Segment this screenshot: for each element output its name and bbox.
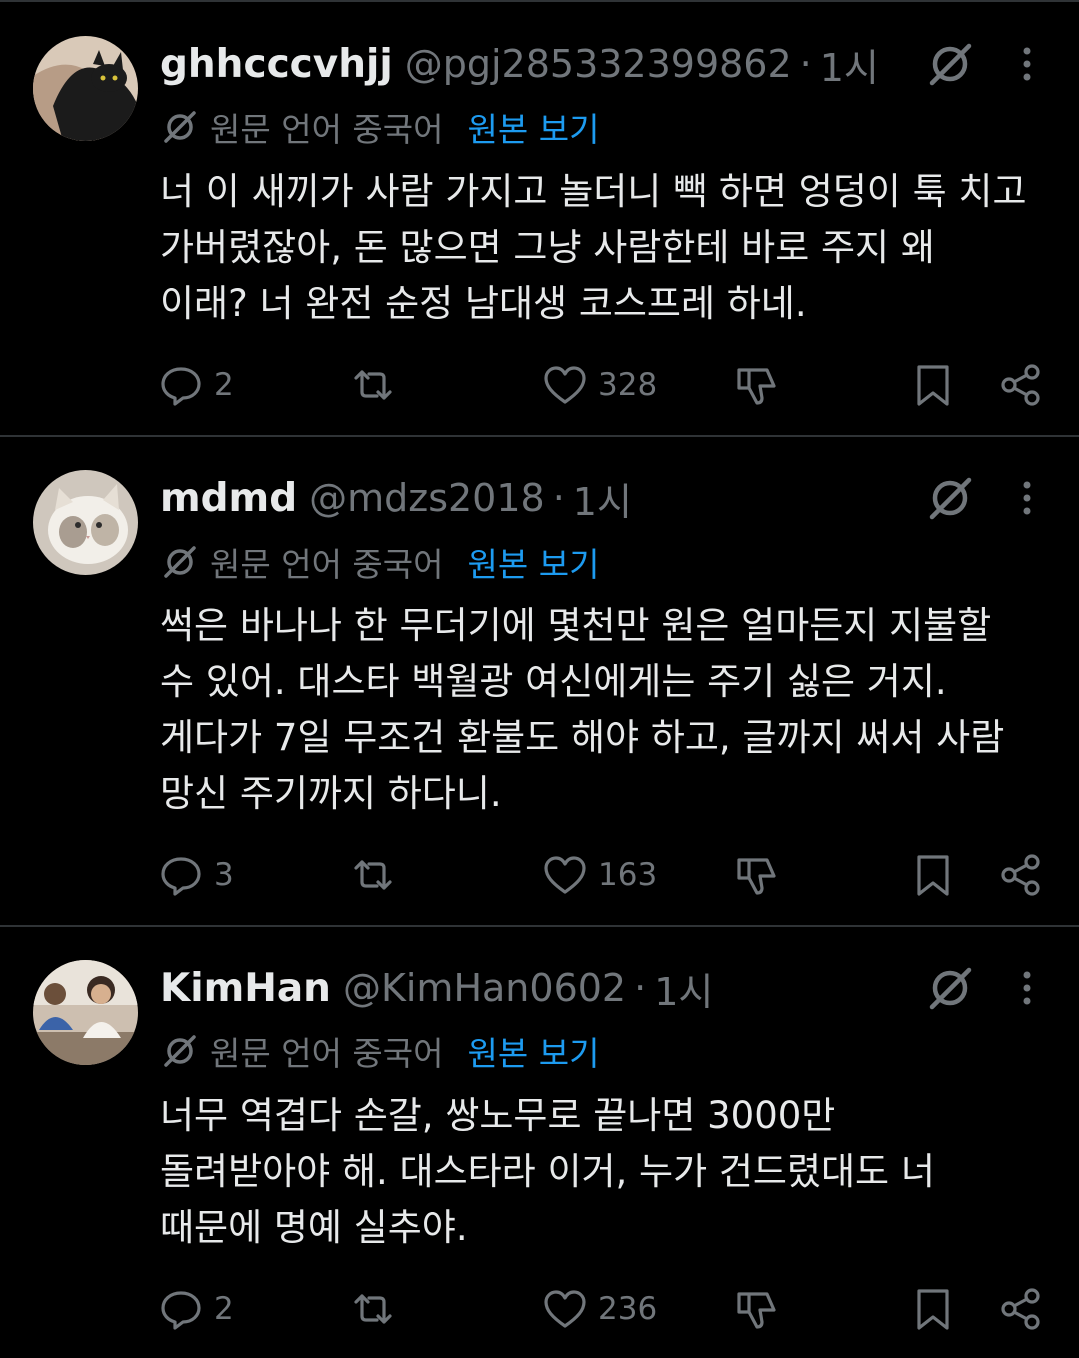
thumbs-down-icon [737, 858, 776, 895]
tweet-divider [0, 925, 1079, 927]
slashed-circle-icon [164, 1035, 196, 1067]
display-name[interactable]: KimHan [160, 966, 331, 1011]
thumbs-down-icon [737, 368, 776, 405]
source-language-label: 원문 언어 중국어 [210, 110, 444, 149]
slashed-circle-icon [164, 111, 196, 143]
retweet-button[interactable] [350, 360, 396, 410]
bookmark-icon [917, 1289, 949, 1330]
reply-icon [161, 857, 201, 896]
user-handle[interactable]: @pgj285332399862 [405, 42, 792, 86]
show-original-link[interactable]: 원본 보기 [468, 538, 600, 586]
like-count: 163 [598, 857, 658, 893]
reply-icon [161, 1291, 201, 1330]
reply-button[interactable]: 2 [158, 1284, 234, 1334]
tweet-text: 썩은 바나나 한 무더기에 몇천만 원은 얼마든지 지불할 수 있어. 대스타 … [160, 604, 1005, 815]
separator-dot: · [552, 476, 565, 520]
like-count: 328 [598, 367, 658, 403]
retweet-button[interactable] [350, 1284, 396, 1334]
reply-count: 3 [214, 857, 234, 893]
share-button[interactable] [998, 1284, 1044, 1334]
share-button[interactable] [998, 850, 1044, 900]
reply-button[interactable]: 3 [158, 850, 234, 900]
more-vertical-icon[interactable] [1012, 962, 1042, 1014]
retweet-icon [354, 860, 392, 890]
avatar[interactable] [33, 470, 138, 575]
share-icon [1001, 364, 1040, 406]
reply-count: 2 [214, 1291, 234, 1327]
show-original-link[interactable]: 원본 보기 [468, 1027, 600, 1075]
source-language-label: 원문 언어 중국어 [210, 1034, 444, 1073]
user-handle[interactable]: @mdzs2018 [309, 476, 545, 520]
user-handle[interactable]: @KimHan0602 [343, 966, 626, 1010]
tweet-divider [0, 435, 1079, 437]
tweet-header: mdmd @mdzs2018 · 1시 [160, 470, 632, 526]
slashed-circle-icon [164, 546, 196, 578]
avatar[interactable] [33, 36, 138, 141]
reply-button[interactable]: 2 [158, 360, 234, 410]
timestamp[interactable]: 1시 [654, 961, 713, 1016]
like-button[interactable]: 236 [542, 1284, 657, 1334]
dislike-button[interactable] [734, 850, 780, 900]
slashed-circle-icon[interactable] [924, 472, 976, 524]
translation-bar: 원문 언어 중국어 원본 보기 [160, 539, 599, 585]
thumbs-down-icon [737, 1292, 776, 1329]
heart-icon [544, 1290, 586, 1328]
share-button[interactable] [998, 360, 1044, 410]
translation-bar: 원문 언어 중국어 원본 보기 [160, 104, 599, 150]
action-bar: 2 328 [0, 360, 1079, 410]
bookmark-icon [917, 855, 949, 896]
slashed-circle-icon[interactable] [924, 38, 976, 90]
timestamp[interactable]: 1시 [573, 471, 632, 526]
reply-count: 2 [214, 367, 234, 403]
display-name[interactable]: ghhcccvhjj [160, 42, 393, 87]
retweet-icon [354, 370, 392, 400]
heart-icon [544, 856, 586, 894]
dislike-button[interactable] [734, 360, 780, 410]
dislike-button[interactable] [734, 1284, 780, 1334]
more-vertical-icon[interactable] [1012, 38, 1042, 90]
slashed-circle-icon[interactable] [924, 962, 976, 1014]
separator-dot: · [634, 966, 647, 1010]
timestamp[interactable]: 1시 [820, 37, 879, 92]
tweet-text: 너무 역겹다 손갈, 쌍노무로 끝나면 3000만 돌려받아야 해. 대스타라 … [160, 1094, 935, 1249]
heart-icon [544, 366, 586, 404]
like-button[interactable]: 328 [542, 360, 657, 410]
bookmark-button[interactable] [910, 850, 956, 900]
tweet-header: KimHan @KimHan0602 · 1시 [160, 960, 713, 1016]
separator-dot: · [799, 42, 812, 86]
source-language-label: 원문 언어 중국어 [210, 545, 444, 584]
tweet-header: ghhcccvhjj @pgj285332399862 · 1시 [160, 36, 879, 92]
display-name[interactable]: mdmd [160, 476, 297, 521]
show-original-link[interactable]: 원본 보기 [468, 103, 600, 151]
like-button[interactable]: 163 [542, 850, 657, 900]
action-bar: 2 236 [0, 1284, 1079, 1334]
bookmark-button[interactable] [910, 1284, 956, 1334]
share-icon [1001, 854, 1040, 896]
bookmark-button[interactable] [910, 360, 956, 410]
retweet-button[interactable] [350, 850, 396, 900]
avatar[interactable] [33, 960, 138, 1065]
tweet-text: 너 이 새끼가 사람 가지고 놀더니 빽 하면 엉덩이 툭 치고 가버렸잖아, … [160, 170, 1027, 325]
reply-icon [161, 367, 201, 406]
retweet-icon [354, 1294, 392, 1324]
bookmark-icon [917, 365, 949, 406]
action-bar: 3 163 [0, 850, 1079, 900]
share-icon [1001, 1288, 1040, 1330]
more-vertical-icon[interactable] [1012, 472, 1042, 524]
top-divider [0, 0, 1079, 2]
translation-bar: 원문 언어 중국어 원본 보기 [160, 1028, 599, 1074]
like-count: 236 [598, 1291, 658, 1327]
